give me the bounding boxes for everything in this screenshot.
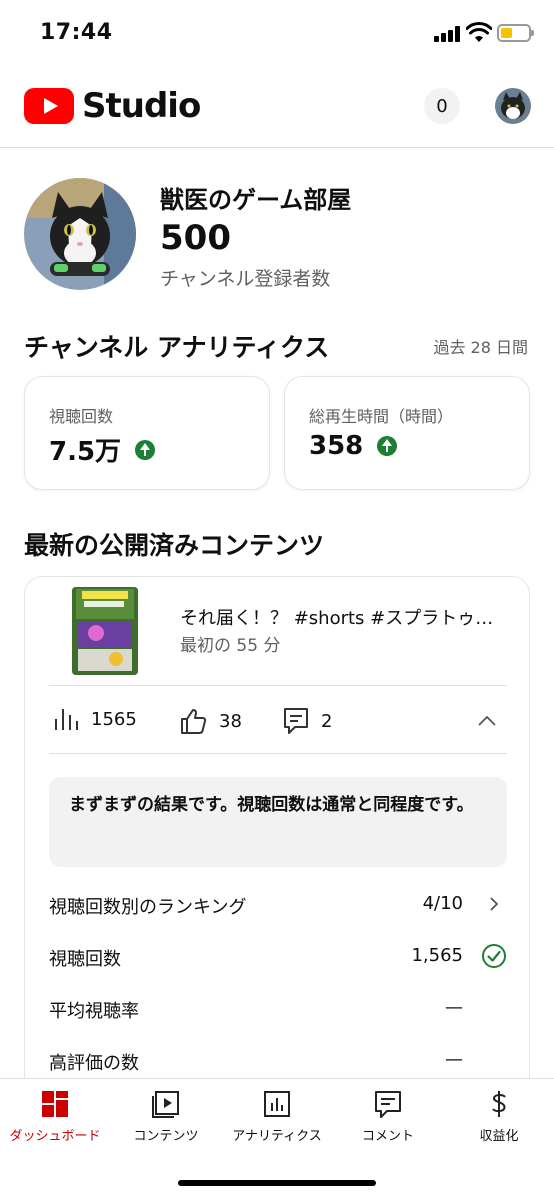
- divider: [49, 753, 507, 754]
- trend-up-icon: [135, 439, 156, 460]
- views-value: 7.5万: [49, 437, 122, 467]
- nav-comments[interactable]: コメント: [333, 1089, 443, 1144]
- thumbs-up-icon: [181, 709, 207, 734]
- video-title[interactable]: それ届く！？ #shorts #スプラトゥーン3: [180, 604, 500, 630]
- analytics-period: 過去 28 日間: [433, 338, 528, 357]
- content-icon: [151, 1089, 181, 1119]
- views-metric: 1565: [53, 707, 137, 731]
- studio-logo[interactable]: Studio: [24, 86, 201, 126]
- video-period: 最初の 55 分: [180, 636, 281, 656]
- row-label: 視聴回数: [49, 949, 121, 970]
- watch-time-card[interactable]: 総再生時間（時間） 358: [284, 376, 530, 490]
- nav-label: ダッシュボード: [9, 1129, 101, 1144]
- nav-label: 収益化: [479, 1129, 519, 1144]
- row-value: —: [445, 1049, 463, 1070]
- battery-icon: [497, 24, 534, 42]
- wifi-icon: [466, 22, 492, 42]
- views-value-group: 7.5万: [49, 431, 156, 468]
- latest-content-card: それ届く！？ #shorts #スプラトゥーン3 最初の 55 分 1565 3…: [24, 576, 530, 1096]
- video-thumbnail[interactable]: [72, 587, 138, 675]
- row-label: 平均視聴率: [49, 1001, 139, 1022]
- views-count: 1565: [91, 708, 137, 730]
- comment-icon: [373, 1089, 403, 1119]
- comment-icon: [284, 708, 308, 734]
- status-bar: 17:44: [0, 0, 554, 68]
- account-avatar[interactable]: [495, 88, 531, 124]
- subscriber-label: チャンネル登録者数: [160, 268, 331, 290]
- nav-label: コメント: [361, 1129, 414, 1144]
- avg-view-rate-row: 平均視聴率 —: [49, 997, 507, 1027]
- watch-time-value-group: 358: [309, 431, 398, 461]
- ranking-row[interactable]: 視聴回数別のランキング 4/10: [49, 893, 507, 923]
- comments-count: 2: [321, 710, 333, 732]
- likes-row: 高評価の数 —: [49, 1049, 507, 1079]
- views-label: 視聴回数: [49, 407, 114, 426]
- row-label: 高評価の数: [49, 1053, 139, 1074]
- dashboard-icon: [40, 1089, 70, 1119]
- analytics-icon: [262, 1089, 292, 1119]
- row-value: —: [445, 997, 463, 1018]
- nav-label: コンテンツ: [133, 1129, 199, 1144]
- views-card[interactable]: 視聴回数 7.5万: [24, 376, 270, 490]
- thumbnail-image: [72, 587, 138, 675]
- watch-time-value: 358: [309, 431, 364, 461]
- collapse-chevron-up-icon[interactable]: [477, 711, 497, 731]
- latest-content-title: 最新の公開済みコンテンツ: [24, 531, 325, 560]
- nav-label: アナリティクス: [232, 1129, 322, 1144]
- logo-text: Studio: [82, 86, 201, 126]
- status-time: 17:44: [40, 20, 113, 45]
- likes-metric: 38: [179, 707, 242, 735]
- nav-dashboard[interactable]: ダッシュボード: [0, 1089, 110, 1144]
- nav-content[interactable]: コンテンツ: [111, 1089, 221, 1144]
- views-row: 視聴回数 1,565: [49, 944, 507, 975]
- nav-monetization[interactable]: 収益化: [444, 1089, 554, 1144]
- notifications-button[interactable]: 0: [424, 88, 460, 124]
- trend-up-icon: [377, 436, 398, 456]
- nav-analytics[interactable]: アナリティクス: [222, 1089, 332, 1144]
- channel-header: 獣医のゲーム部屋 500 チャンネル登録者数: [24, 178, 534, 290]
- divider: [49, 685, 507, 686]
- row-value: 1,565: [411, 945, 463, 966]
- check-circle-icon: [482, 944, 506, 968]
- subscriber-count: 500: [160, 218, 231, 258]
- app-bar: Studio 0: [0, 68, 554, 148]
- performance-summary: まずまずの結果です。視聴回数は通常と同程度です。: [49, 777, 507, 867]
- bar-chart-icon: [55, 709, 78, 730]
- dollar-icon: [484, 1089, 514, 1119]
- home-indicator: [178, 1180, 376, 1186]
- signal-icon: [434, 26, 462, 42]
- channel-avatar[interactable]: [24, 178, 136, 290]
- cat-avatar-image: [495, 88, 531, 124]
- row-label: 視聴回数別のランキング: [49, 897, 247, 918]
- youtube-logo-icon: [24, 88, 74, 124]
- cat-photo-image: [24, 178, 136, 290]
- likes-count: 38: [219, 710, 242, 732]
- comments-metric: 2: [283, 707, 332, 735]
- watch-time-label: 総再生時間（時間）: [309, 407, 454, 426]
- chevron-right-icon: [490, 897, 499, 911]
- row-value: 4/10: [422, 893, 463, 914]
- channel-name: 獣医のゲーム部屋: [160, 186, 352, 214]
- analytics-title: チャンネル アナリティクス: [24, 333, 330, 362]
